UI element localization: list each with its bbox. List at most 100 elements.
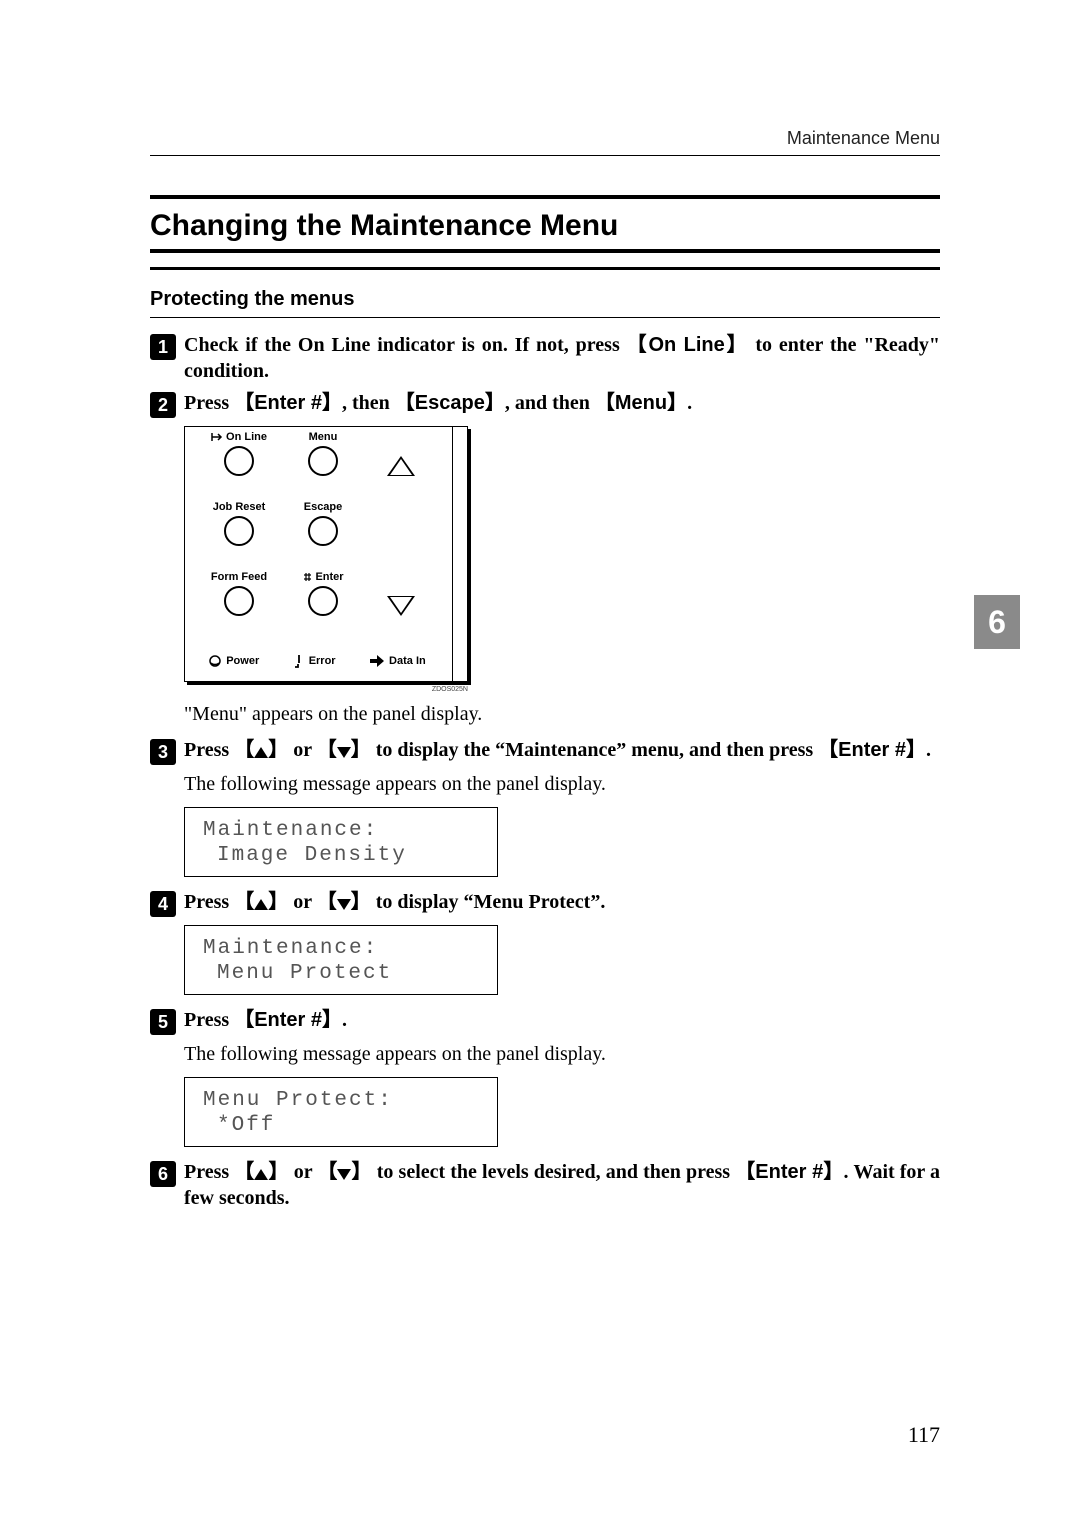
step-6: 6 Press 【】 or 【】 to select the levels de… [150, 1159, 940, 1211]
lcd-display-3: Menu Protect: *Off [184, 1077, 498, 1147]
panel-btn-online: On Line [193, 431, 285, 501]
body-after-step5: The following message appears on the pan… [184, 1041, 940, 1067]
page: Maintenance Menu Changing the Maintenanc… [0, 0, 1080, 1528]
button-ring-icon [308, 586, 338, 616]
panel-label-datain: Data In [389, 655, 426, 667]
heading-2: Changing the Maintenance Menu [150, 199, 940, 249]
triangle-up-icon [387, 456, 415, 476]
panel-btn-menu: Menu [285, 431, 361, 501]
panel-blank-mid [361, 501, 441, 571]
lcd3-line1: Menu Protect: [203, 1089, 393, 1112]
step-1-a: Check if the On Line indicator is on. If… [184, 334, 627, 356]
panel-label-error: Error [309, 655, 336, 667]
step-6-text: Press 【】 or 【】 to select the levels desi… [184, 1159, 940, 1211]
step-5-a: Press [184, 1009, 234, 1031]
triangle-down-icon [337, 1169, 351, 1180]
button-ring-icon [224, 446, 254, 476]
panel-label-escape: Escape [304, 501, 343, 513]
step-4-c: to display “Menu Protect”. [371, 891, 606, 913]
step-number-icon: 5 [150, 1009, 176, 1035]
key-escape: Escape [415, 392, 485, 414]
panel-label-jobreset: Job Reset [213, 501, 266, 513]
running-head-rule [150, 155, 940, 156]
step-number-icon: 3 [150, 739, 176, 765]
step-4-a: Press [184, 891, 234, 913]
triangle-up-icon [254, 747, 268, 758]
control-panel-grid: On Line Menu Job Reset Escape Form Feed [185, 427, 441, 681]
step-2-a: Press [184, 392, 234, 414]
step-number-icon: 4 [150, 891, 176, 917]
key-online: On Line [648, 334, 724, 356]
step-2: 2 Press 【Enter #】, then 【Escape】, and th… [150, 390, 940, 418]
lcd-display-1: Maintenance: Image Density [184, 807, 498, 877]
panel-btn-enter: Enter [285, 571, 361, 641]
lcd-display-2: Maintenance: Menu Protect [184, 925, 498, 995]
heading-block: Changing the Maintenance Menu Protecting… [150, 195, 940, 318]
step-number-icon: 6 [150, 1161, 176, 1187]
key-enter: Enter # [254, 1009, 322, 1031]
step-5-b: . [342, 1009, 347, 1031]
panel-label-online: On Line [226, 431, 267, 443]
panel-btn-down [361, 571, 441, 641]
panel-diagram-code: ZDOS025N [184, 686, 468, 693]
power-icon [208, 654, 222, 668]
panel-label-enter: Enter [315, 571, 343, 583]
running-head: Maintenance Menu [150, 128, 940, 149]
page-number: 117 [908, 1422, 940, 1448]
hash-icon [302, 572, 312, 582]
step-6-b: or [289, 1161, 318, 1183]
key-enter: Enter # [755, 1161, 823, 1183]
lcd2-line1: Maintenance: [203, 937, 378, 960]
triangle-up-icon [254, 1169, 268, 1180]
key-enter: Enter # [838, 739, 906, 761]
rule-thick-bottom [150, 249, 940, 253]
body-after-panel: "Menu" appears on the panel display. [184, 701, 940, 727]
panel-indicator-row: Power Error Data In [193, 641, 441, 681]
step-6-c: to select the levels desired, and then p… [372, 1161, 736, 1183]
panel-side-strip [452, 427, 467, 681]
step-2-c: , and then [505, 392, 595, 414]
lcd1-line1: Maintenance: [203, 819, 378, 842]
key-enter: Enter # [254, 392, 322, 414]
triangle-down-icon [337, 747, 351, 758]
panel-btn-up [361, 431, 441, 501]
step-3-b: or [288, 739, 317, 761]
step-3: 3 Press 【】 or 【】 to display the “Mainten… [150, 737, 940, 765]
panel-btn-formfeed: Form Feed [193, 571, 285, 641]
step-1-text: Check if the On Line indicator is on. If… [184, 332, 940, 384]
step-2-d: . [687, 392, 692, 414]
lcd1-line2: Image Density [203, 843, 485, 868]
rule-thin [150, 317, 940, 318]
step-3-text: Press 【】 or 【】 to display the “Maintenan… [184, 737, 931, 763]
button-ring-icon [308, 446, 338, 476]
step-4-text: Press 【】 or 【】 to display “Menu Protect”… [184, 889, 605, 915]
triangle-down-icon [387, 596, 415, 616]
panel-label-menu: Menu [309, 431, 338, 443]
triangle-up-icon [254, 899, 268, 910]
step-1: 1 Check if the On Line indicator is on. … [150, 332, 940, 384]
error-icon [293, 654, 305, 668]
step-3-d: . [926, 739, 931, 761]
step-5: 5 Press 【Enter #】. [150, 1007, 940, 1035]
body-after-step3: The following message appears on the pan… [184, 771, 940, 797]
panel-btn-escape: Escape [285, 501, 361, 571]
step-2-b: , then [342, 392, 395, 414]
panel-label-power: Power [226, 655, 259, 667]
heading-3: Protecting the menus [150, 270, 940, 317]
datain-icon [369, 654, 385, 668]
triangle-down-icon [337, 899, 351, 910]
step-5-text: Press 【Enter #】. [184, 1007, 347, 1033]
step-4: 4 Press 【】 or 【】 to display “Menu Protec… [150, 889, 940, 917]
online-arrow-icon [211, 432, 223, 442]
step-number-icon: 1 [150, 334, 176, 360]
step-4-b: or [288, 891, 317, 913]
button-ring-icon [224, 516, 254, 546]
step-number-icon: 2 [150, 392, 176, 418]
control-panel-diagram: On Line Menu Job Reset Escape Form Feed [184, 426, 468, 682]
key-menu: Menu [615, 392, 667, 414]
panel-btn-jobreset: Job Reset [193, 501, 285, 571]
step-6-a: Press [184, 1161, 234, 1183]
step-3-c: to display the “Maintenance” menu, and t… [371, 739, 818, 761]
lcd3-line2: *Off [203, 1113, 485, 1138]
button-ring-icon [308, 516, 338, 546]
